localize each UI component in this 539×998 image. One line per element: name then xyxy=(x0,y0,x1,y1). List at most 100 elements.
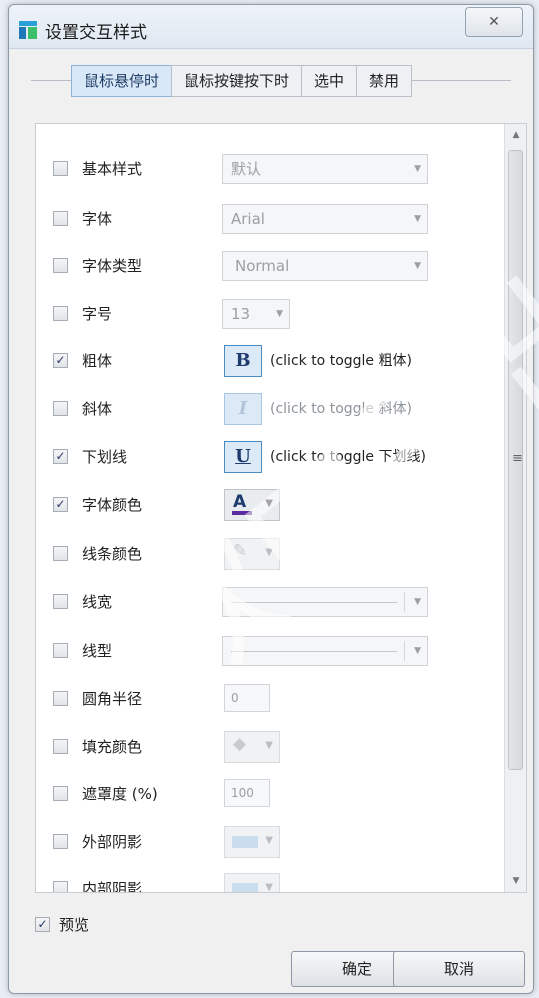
opacity-checkbox[interactable] xyxy=(53,786,68,801)
chevron-down-icon: ▼ xyxy=(414,646,421,656)
font-select[interactable]: Arial ▼ xyxy=(222,204,428,234)
style-options-panel: 基本样式 默认 ▼ 字体 Arial ▼ 字体类型 Normal ▼ 字号 13… xyxy=(35,123,527,893)
title-bar[interactable]: 设置交互样式 ✕ xyxy=(9,5,533,49)
row-bold: ✓ 粗体 B (click to toggle 粗体) xyxy=(36,345,496,377)
preview-checkbox[interactable]: ✓ xyxy=(35,917,50,932)
row-italic: 斜体 I (click to toggle 斜体) xyxy=(36,393,496,425)
inner-shadow-picker[interactable]: ▼ xyxy=(224,873,280,893)
row-opacity: 遮罩度 (%) 100 xyxy=(36,779,496,809)
close-button[interactable]: ✕ xyxy=(465,7,523,37)
font-size-checkbox[interactable] xyxy=(53,306,68,321)
row-corner-radius: 圆角半径 0 xyxy=(36,684,496,714)
line-width-preview xyxy=(231,602,397,603)
tab-bar: 鼠标悬停时 鼠标按键按下时 选中 禁用 xyxy=(71,65,413,97)
italic-toggle-note: (click to toggle 斜体) xyxy=(270,401,412,417)
base-style-label: 基本样式 xyxy=(82,160,143,178)
chevron-down-icon: ▼ xyxy=(276,309,283,319)
fill-color-label: 填充颜色 xyxy=(82,738,143,756)
scroll-up-arrow-icon[interactable]: ▲ xyxy=(505,124,526,146)
line-style-label: 线型 xyxy=(82,642,113,660)
tab-selected[interactable]: 选中 xyxy=(301,65,358,97)
line-width-checkbox[interactable] xyxy=(53,594,68,609)
font-type-label: 字体类型 xyxy=(82,257,143,275)
vertical-scrollbar[interactable]: ▲ ≡ ▼ xyxy=(504,124,526,892)
base-style-value: 默认 xyxy=(231,160,262,178)
font-type-value: Normal xyxy=(235,257,290,275)
line-color-picker[interactable]: ✎ ▼ xyxy=(224,538,280,570)
line-color-checkbox[interactable] xyxy=(53,546,68,561)
tab-hover[interactable]: 鼠标悬停时 xyxy=(71,65,173,97)
corner-radius-input[interactable]: 0 xyxy=(224,684,270,712)
font-type-select[interactable]: Normal ▼ xyxy=(222,251,428,281)
chevron-down-icon: ▼ xyxy=(265,547,273,558)
row-font: 字体 Arial ▼ xyxy=(36,204,496,234)
line-style-preview xyxy=(231,651,397,652)
chevron-down-icon: ▼ xyxy=(414,261,421,271)
preview-label: 预览 xyxy=(59,916,90,934)
bold-toggle-note: (click to toggle 粗体) xyxy=(270,353,412,369)
opacity-input[interactable]: 100 xyxy=(224,779,270,807)
font-color-checkbox[interactable]: ✓ xyxy=(53,497,68,512)
chevron-down-icon: ▼ xyxy=(414,164,421,174)
line-style-select[interactable]: ▼ xyxy=(222,636,428,666)
font-size-value: 13 xyxy=(231,305,251,323)
font-checkbox[interactable] xyxy=(53,211,68,226)
bold-toggle-button[interactable]: B xyxy=(224,345,262,377)
outer-shadow-label: 外部阴影 xyxy=(82,833,143,851)
corner-radius-label: 圆角半径 xyxy=(82,690,143,708)
italic-label: 斜体 xyxy=(82,400,113,418)
line-style-checkbox[interactable] xyxy=(53,643,68,658)
font-color-picker[interactable]: A ▼ xyxy=(224,489,280,521)
line-width-select[interactable]: ▼ xyxy=(222,587,428,617)
inner-shadow-checkbox[interactable] xyxy=(53,881,68,892)
chevron-down-icon: ▼ xyxy=(265,835,273,846)
font-size-select[interactable]: 13 ▼ xyxy=(222,299,290,329)
base-style-select[interactable]: 默认 ▼ xyxy=(222,154,428,184)
pencil-icon: ✎ xyxy=(233,541,248,561)
bold-label: 粗体 xyxy=(82,352,113,370)
underline-toggle-note: (click to toggle 下划线) xyxy=(270,449,426,465)
row-inner-shadow: 内部阴影 ▼ xyxy=(36,873,496,893)
scroll-thumb[interactable]: ≡ xyxy=(508,150,523,770)
chevron-down-icon: ▼ xyxy=(414,597,421,607)
app-icon xyxy=(19,21,37,39)
row-underline: ✓ 下划线 U (click to toggle 下划线) xyxy=(36,441,496,473)
underline-checkbox[interactable]: ✓ xyxy=(53,449,68,464)
chevron-down-icon: ▼ xyxy=(265,882,273,893)
opacity-label: 遮罩度 (%) xyxy=(82,785,158,803)
underline-toggle-button[interactable]: U xyxy=(224,441,262,473)
font-label: 字体 xyxy=(82,210,113,228)
tab-disabled[interactable]: 禁用 xyxy=(356,65,413,97)
row-font-type: 字体类型 Normal ▼ xyxy=(36,251,496,281)
chevron-down-icon: ▼ xyxy=(265,498,273,509)
font-type-checkbox[interactable] xyxy=(53,258,68,273)
line-color-label: 线条颜色 xyxy=(82,545,143,563)
outer-shadow-picker[interactable]: ▼ xyxy=(224,826,280,858)
row-line-color: 线条颜色 ✎ ▼ xyxy=(36,538,496,570)
inner-shadow-label: 内部阴影 xyxy=(82,880,143,893)
italic-toggle-button[interactable]: I xyxy=(224,393,262,425)
base-style-checkbox[interactable] xyxy=(53,161,68,176)
select-divider xyxy=(404,641,405,661)
fill-color-picker[interactable]: ◆ ▼ xyxy=(224,731,280,763)
row-line-style: 线型 ▼ xyxy=(36,636,496,666)
close-icon: ✕ xyxy=(488,14,500,30)
cancel-button[interactable]: 取消 xyxy=(393,951,525,987)
row-outer-shadow: 外部阴影 ▼ xyxy=(36,826,496,858)
row-font-size: 字号 13 ▼ xyxy=(36,299,496,329)
scroll-down-arrow-icon[interactable]: ▼ xyxy=(505,870,526,892)
tab-mouse-down[interactable]: 鼠标按键按下时 xyxy=(171,65,303,97)
row-base-style: 基本样式 默认 ▼ xyxy=(36,154,496,184)
line-width-label: 线宽 xyxy=(82,593,113,611)
inner-shadow-swatch xyxy=(232,883,258,892)
corner-radius-checkbox[interactable] xyxy=(53,691,68,706)
underline-label: 下划线 xyxy=(82,448,128,466)
italic-checkbox[interactable] xyxy=(53,401,68,416)
fill-color-checkbox[interactable] xyxy=(53,739,68,754)
chevron-down-icon: ▼ xyxy=(414,214,421,224)
row-line-width: 线宽 ▼ xyxy=(36,587,496,617)
outer-shadow-checkbox[interactable] xyxy=(53,834,68,849)
font-value: Arial xyxy=(231,210,265,228)
bold-checkbox[interactable]: ✓ xyxy=(53,353,68,368)
paint-bucket-icon: ◆ xyxy=(233,734,247,754)
